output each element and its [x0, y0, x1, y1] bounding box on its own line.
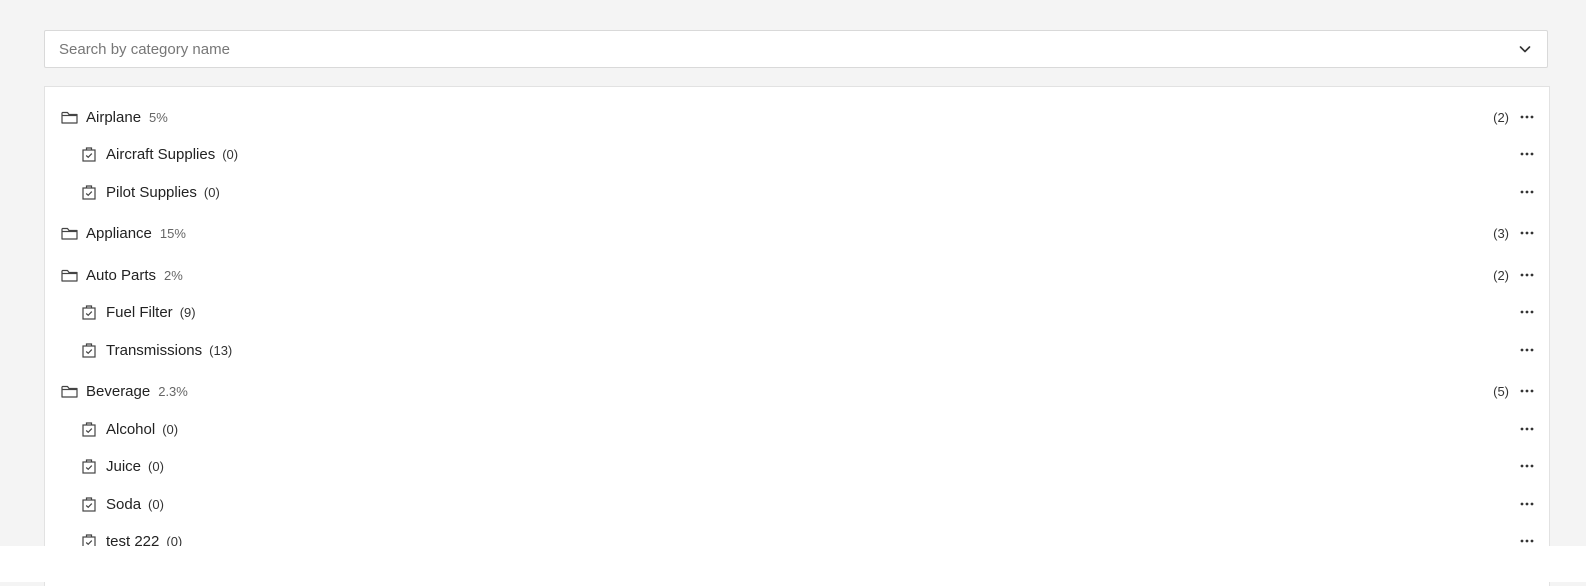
more-horizontal-icon[interactable] — [1519, 304, 1535, 320]
subcategory-name: Fuel Filter — [106, 303, 173, 321]
subcategory-name: Pilot Supplies — [106, 183, 197, 201]
category-tree: Airplane 5% (2) Aircraft Supplies (0) Pi… — [44, 86, 1550, 586]
category-row-auto-parts[interactable]: Auto Parts 2% (2) — [45, 260, 1549, 290]
category-name: Beverage — [86, 382, 151, 400]
product-count: (13) — [209, 342, 233, 358]
shopping-bag-check-icon — [80, 457, 98, 475]
category-row-airplane[interactable]: Airplane 5% (2) — [45, 102, 1549, 132]
shopping-bag-check-icon — [80, 183, 98, 201]
more-horizontal-icon[interactable] — [1519, 225, 1535, 241]
more-horizontal-icon[interactable] — [1519, 267, 1535, 283]
category-percent: 2% — [164, 267, 183, 283]
category-percent: 2.3% — [158, 383, 188, 399]
more-horizontal-icon[interactable] — [1519, 146, 1535, 162]
product-count: (0) — [148, 458, 164, 474]
folder-icon — [60, 108, 78, 126]
product-count: (0) — [148, 496, 164, 512]
subcategory-name: Aircraft Supplies — [106, 145, 216, 163]
subcategory-name: Alcohol — [106, 420, 156, 438]
subcategory-row-transmissions[interactable]: Transmissions (13) — [45, 335, 1549, 365]
chevron-down-icon[interactable] — [1517, 41, 1533, 57]
more-horizontal-icon[interactable] — [1519, 342, 1535, 358]
subcategory-row-soda[interactable]: Soda (0) — [45, 489, 1549, 519]
more-horizontal-icon[interactable] — [1519, 383, 1535, 399]
more-horizontal-icon[interactable] — [1519, 109, 1535, 125]
category-name: Appliance — [86, 224, 152, 242]
subcategory-row-fuel-filter[interactable]: Fuel Filter (9) — [45, 297, 1549, 327]
category-row-beverage[interactable]: Beverage 2.3% (5) — [45, 376, 1549, 406]
category-search-select[interactable] — [44, 30, 1548, 68]
subcategory-count: (5) — [1493, 383, 1509, 399]
more-horizontal-icon[interactable] — [1519, 458, 1535, 474]
search-input[interactable] — [45, 31, 1517, 67]
subcategory-name: Soda — [106, 495, 142, 513]
subcategory-count: (2) — [1493, 267, 1509, 283]
folder-icon — [60, 382, 78, 400]
shopping-bag-check-icon — [80, 341, 98, 359]
product-count: (0) — [222, 146, 239, 162]
folder-icon — [60, 266, 78, 284]
subcategory-count: (3) — [1493, 225, 1509, 241]
folder-icon — [60, 224, 78, 242]
more-horizontal-icon[interactable] — [1519, 496, 1535, 512]
subcategory-name: Transmissions — [106, 341, 203, 359]
product-count: (0) — [203, 184, 220, 200]
product-count: (9) — [179, 304, 196, 320]
category-name: Auto Parts — [86, 266, 157, 284]
subcategory-row-aircraft-supplies[interactable]: Aircraft Supplies (0) — [45, 139, 1549, 169]
shopping-bag-check-icon — [80, 495, 98, 513]
subcategory-row-juice[interactable]: Juice (0) — [45, 451, 1549, 481]
shopping-bag-check-icon — [80, 145, 98, 163]
category-row-appliance[interactable]: Appliance 15% (3) — [45, 218, 1549, 248]
subcategory-row-pilot-supplies[interactable]: Pilot Supplies (0) — [45, 177, 1549, 207]
subcategory-name: Juice — [106, 457, 142, 475]
category-percent: 5% — [149, 109, 168, 125]
shopping-bag-check-icon — [80, 420, 98, 438]
more-horizontal-icon[interactable] — [1519, 184, 1535, 200]
subcategory-count: (2) — [1493, 109, 1509, 125]
screenshot-crop-edge — [0, 546, 1586, 582]
category-name: Airplane — [86, 108, 142, 126]
product-count: (0) — [162, 421, 179, 437]
shopping-bag-check-icon — [80, 303, 98, 321]
category-percent: 15% — [159, 225, 186, 241]
subcategory-row-alcohol[interactable]: Alcohol (0) — [45, 414, 1549, 444]
more-horizontal-icon[interactable] — [1519, 421, 1535, 437]
